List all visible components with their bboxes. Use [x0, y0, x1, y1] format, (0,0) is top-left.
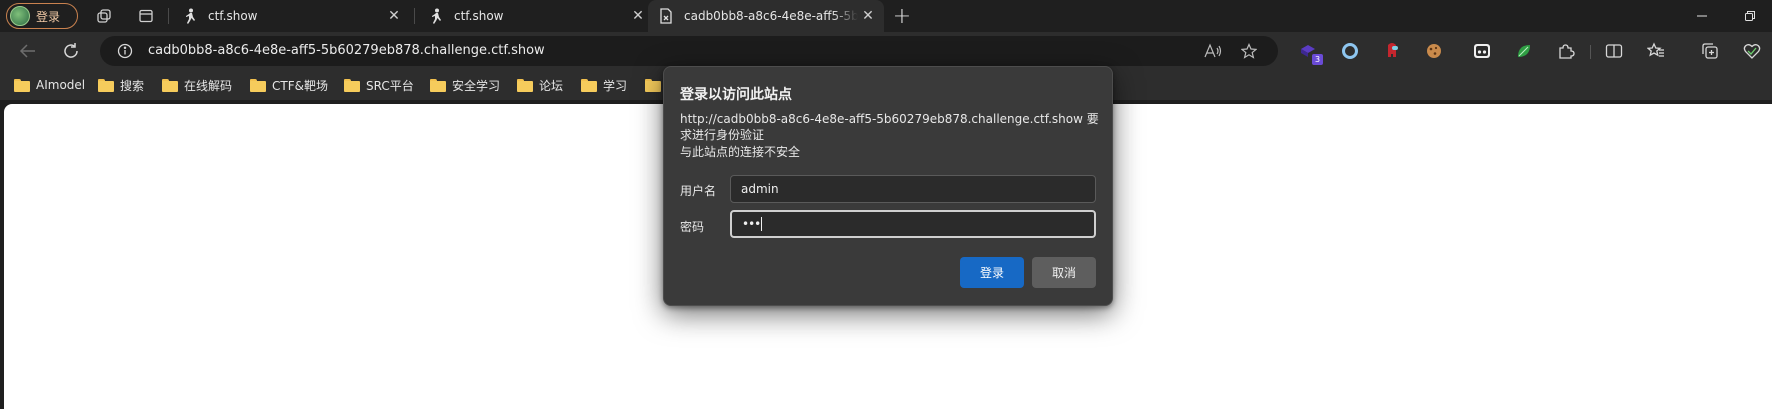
cancel-button[interactable]: 取消 — [1032, 257, 1096, 288]
minimize-icon[interactable] — [1692, 6, 1712, 26]
close-tab-button[interactable]: ✕ — [858, 6, 878, 26]
http-auth-dialog: 登录以访问此站点 http://cadb0bb8-a8c6-4e8e-aff5-… — [663, 66, 1113, 306]
address-bar[interactable]: cadb0bb8-a8c6-4e8e-aff5-5b60279eb878.cha… — [100, 36, 1278, 66]
bookmark-folder-src[interactable]: SRC平台 — [344, 76, 414, 94]
stick-figure-icon — [428, 8, 444, 24]
bookmark-folder-partial[interactable] — [645, 76, 661, 94]
collections-icon[interactable] — [1700, 41, 1720, 61]
bookmark-folder-security[interactable]: 安全学习 — [430, 76, 500, 94]
video-extension-icon[interactable] — [1472, 41, 1492, 61]
workspaces-icon[interactable] — [94, 6, 114, 26]
profile-button[interactable]: 登录 — [6, 3, 78, 29]
favorites-icon[interactable] — [1646, 41, 1666, 61]
password-field[interactable]: ••• — [730, 210, 1096, 238]
bookmark-folder-ctf[interactable]: CTF&靶场 — [250, 76, 328, 94]
bookmark-label: CTF&靶场 — [272, 78, 328, 93]
extension-badge-count: 3 — [1312, 54, 1323, 65]
folder-icon — [517, 78, 533, 92]
ring-extension-icon[interactable] — [1340, 41, 1360, 61]
tab-title: ctf.show — [454, 9, 504, 23]
password-label: 密码 — [680, 220, 705, 234]
bookmark-folder-decode[interactable]: 在线解码 — [162, 76, 232, 94]
folder-icon — [645, 78, 661, 92]
tab-challenge-active[interactable]: cadb0bb8-a8c6-4e8e-aff5-5b60279eb878.cha… — [648, 0, 884, 32]
bookmark-folder-study[interactable]: 学习 — [581, 76, 627, 94]
tab-ctfshow-2[interactable]: ctf.show ✕ — [418, 0, 654, 32]
bookmark-folder-search[interactable]: 搜索 — [98, 76, 144, 94]
favorite-star-icon[interactable] — [1240, 42, 1258, 60]
folder-icon — [344, 78, 360, 92]
url-text: cadb0bb8-a8c6-4e8e-aff5-5b60279eb878.cha… — [148, 43, 545, 58]
text-caret — [761, 217, 763, 231]
tab-actions-icon[interactable] — [136, 6, 156, 26]
extensions-puzzle-icon[interactable] — [1556, 41, 1576, 61]
insecure-page-icon — [658, 8, 674, 24]
navigation-toolbar: cadb0bb8-a8c6-4e8e-aff5-5b60279eb878.cha… — [0, 32, 1772, 70]
folder-icon — [98, 78, 114, 92]
site-info-icon[interactable] — [116, 42, 134, 60]
bookmark-label: 学习 — [603, 78, 628, 93]
bookmark-label: 在线解码 — [184, 78, 233, 93]
split-screen-icon[interactable] — [1604, 41, 1624, 61]
restore-icon[interactable] — [1740, 6, 1760, 26]
username-value: admin — [741, 182, 779, 196]
folder-icon — [14, 78, 30, 92]
bookmark-label: AImodel — [36, 78, 86, 92]
folder-icon — [162, 78, 178, 92]
folder-icon — [430, 78, 446, 92]
tab-separator — [414, 8, 415, 24]
tab-ctfshow-1[interactable]: ctf.show ✕ — [172, 0, 410, 32]
tab-separator — [168, 8, 169, 24]
bookmark-folder-aimodel[interactable]: AImodel — [14, 76, 85, 94]
bookmark-label: 安全学习 — [452, 78, 501, 93]
tab-title: cadb0bb8-a8c6-4e8e-aff5-5b60279eb878.cha… — [684, 9, 858, 23]
close-tab-button[interactable]: ✕ — [384, 6, 404, 26]
bookmark-folder-forum[interactable]: 论坛 — [517, 76, 563, 94]
profile-label: 登录 — [36, 9, 61, 24]
new-tab-button[interactable]: + — [890, 4, 914, 29]
read-aloud-icon[interactable] — [1204, 42, 1222, 60]
bookmark-label: 搜索 — [120, 78, 145, 93]
leaf-extension-icon[interactable] — [1514, 41, 1534, 61]
extension-badge-icon[interactable]: 3 — [1298, 41, 1323, 65]
browser-essentials-icon[interactable] — [1742, 41, 1762, 61]
dialog-title: 登录以访问此站点 — [680, 87, 792, 103]
insecure-connection-warning: 与此站点的连接不安全 — [680, 145, 801, 159]
stick-figure-icon — [182, 8, 198, 24]
bookmark-label: SRC平台 — [366, 78, 414, 93]
cookie-extension-icon[interactable] — [1424, 41, 1444, 61]
tab-strip: 登录 ctf.show ✕ ctf.show ✕ cadb0bb8-a8c6-4… — [0, 0, 1772, 32]
username-field[interactable]: admin — [730, 175, 1096, 203]
refresh-icon[interactable] — [59, 39, 83, 63]
dialog-message: http://cadb0bb8-a8c6-4e8e-aff5-5b60279eb… — [680, 112, 1099, 142]
tab-title: ctf.show — [208, 9, 258, 23]
among-us-extension-icon[interactable] — [1382, 41, 1402, 61]
profile-avatar — [10, 6, 30, 26]
folder-icon — [581, 78, 597, 92]
bookmark-label: 论坛 — [539, 78, 564, 93]
username-label: 用户名 — [680, 184, 717, 198]
close-tab-button[interactable]: ✕ — [628, 6, 648, 26]
login-button[interactable]: 登录 — [960, 257, 1024, 288]
folder-icon — [250, 78, 266, 92]
toolbar-separator — [1590, 45, 1591, 59]
back-icon[interactable] — [16, 39, 40, 63]
password-value: ••• — [742, 217, 761, 231]
